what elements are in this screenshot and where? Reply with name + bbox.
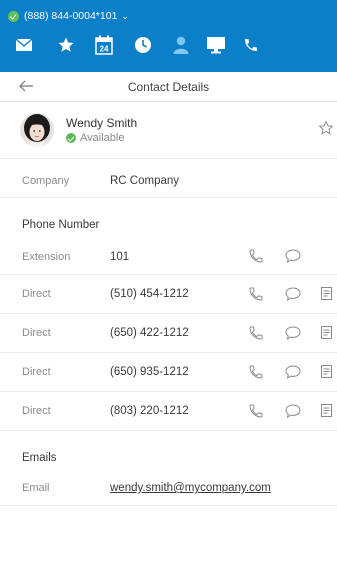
phone-label: Direct [22, 405, 51, 417]
email-label: Email [22, 482, 50, 494]
call-icon[interactable] [248, 364, 264, 380]
presence-status: Available [66, 132, 124, 144]
phone-value: (650) 935-1212 [110, 366, 189, 378]
company-row: Company RC Company [0, 158, 337, 198]
available-check-icon [66, 133, 76, 143]
emails-section-title: Emails [22, 452, 57, 464]
phone-label: Extension [22, 251, 71, 263]
monitor-icon[interactable] [205, 34, 227, 56]
contact-name: Wendy Smith [66, 116, 138, 130]
presence-text: Available [80, 132, 125, 144]
phone-label: Direct [22, 327, 51, 339]
company-value: RC Company [110, 175, 180, 187]
fax-icon[interactable] [319, 403, 335, 419]
email-row: Email wendy.smith@mycompany.com [0, 472, 337, 506]
phone-label: Direct [22, 288, 51, 300]
phone-icon[interactable] [240, 34, 262, 56]
phone-section-title: Phone Number [22, 219, 100, 231]
fax-icon[interactable] [319, 286, 335, 302]
chevron-down-icon: ⌄ [121, 10, 129, 21]
calendar-day-text: 24 [100, 45, 109, 54]
phone-row-direct: Direct (650) 935-1212 [0, 353, 337, 392]
star-icon[interactable] [55, 34, 77, 56]
call-icon[interactable] [248, 248, 264, 264]
message-icon[interactable] [285, 403, 301, 419]
app-top-bar: (888) 844-0004*101 ⌄ 24 [0, 0, 337, 72]
phone-row-extension: Extension 101 [0, 240, 337, 275]
fax-icon[interactable] [319, 325, 335, 341]
phone-line-selector[interactable]: (888) 844-0004*101 ⌄ [8, 8, 129, 24]
phone-line-number: (888) 844-0004*101 [24, 10, 118, 22]
phone-value: (510) 454-1212 [110, 288, 189, 300]
envelope-icon[interactable] [13, 34, 35, 56]
email-link[interactable]: wendy.smith@mycompany.com [110, 482, 271, 494]
calendar-icon[interactable]: 24 [93, 34, 115, 56]
call-icon[interactable] [248, 403, 264, 419]
phone-value: (650) 422-1212 [110, 327, 189, 339]
message-icon[interactable] [285, 286, 301, 302]
message-icon[interactable] [285, 248, 301, 264]
phone-value: (803) 220-1212 [110, 405, 189, 417]
message-icon[interactable] [285, 364, 301, 380]
page-title: Contact Details [127, 80, 210, 94]
message-icon[interactable] [285, 325, 301, 341]
status-check-icon [8, 10, 19, 22]
clock-icon[interactable] [132, 34, 154, 56]
call-icon[interactable] [248, 286, 264, 302]
main-nav: 24 [0, 34, 337, 66]
avatar [20, 113, 54, 147]
phone-row-direct: Direct (650) 422-1212 [0, 314, 337, 353]
company-label: Company [22, 175, 70, 187]
page-header: Contact Details [0, 72, 337, 102]
fax-icon[interactable] [319, 364, 335, 380]
phone-label: Direct [22, 366, 51, 378]
call-icon[interactable] [248, 325, 264, 341]
contact-card: Wendy Smith Available [0, 102, 337, 158]
phone-row-direct: Direct (510) 454-1212 [0, 275, 337, 314]
favorite-star-icon[interactable] [318, 120, 334, 136]
person-icon[interactable] [170, 34, 192, 56]
phone-row-direct: Direct (803) 220-1212 [0, 392, 337, 431]
phone-value: 101 [110, 251, 130, 263]
